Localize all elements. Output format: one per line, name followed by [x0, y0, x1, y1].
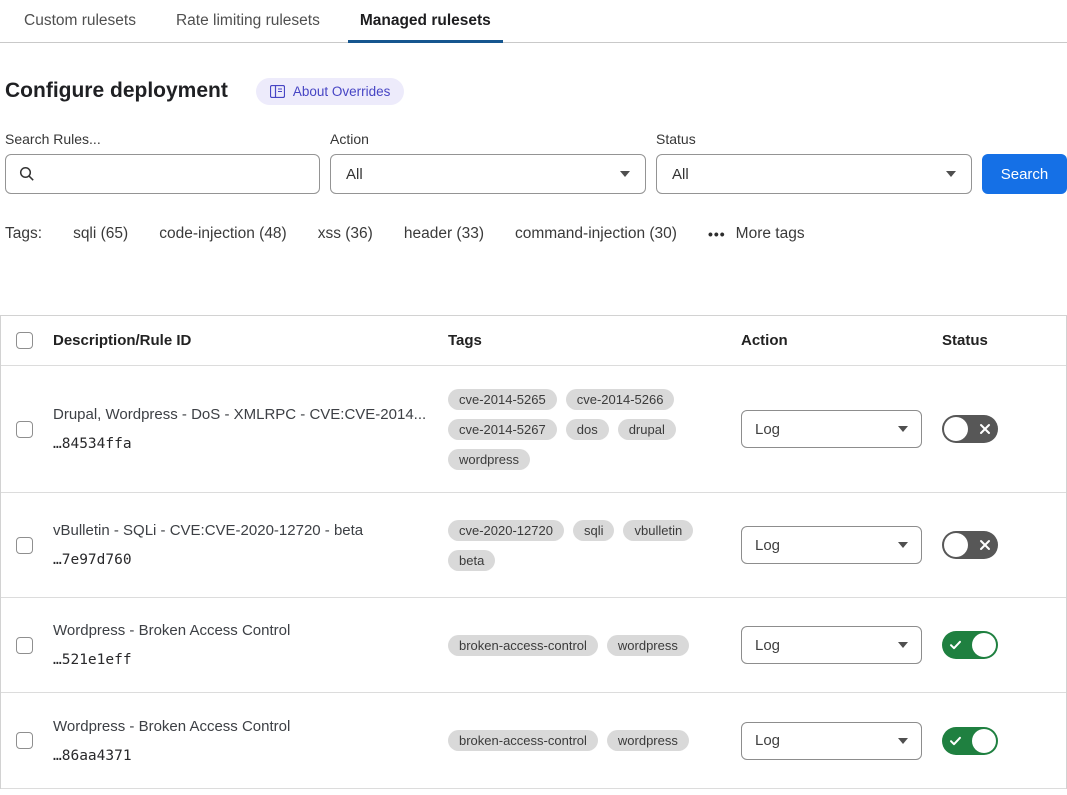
rule-action-select[interactable]: Log	[741, 526, 922, 564]
status-select-value: All	[672, 166, 689, 183]
rule-tag[interactable]: broken-access-control	[448, 730, 598, 751]
tags-bar-label: Tags:	[5, 225, 42, 243]
toggle-knob	[972, 633, 996, 657]
rule-status-toggle[interactable]	[942, 531, 998, 559]
action-label: Action	[330, 131, 646, 147]
rule-tag[interactable]: sqli	[573, 520, 615, 541]
tag-filter-command-injection[interactable]: command-injection (30)	[515, 225, 677, 243]
search-button[interactable]: Search	[982, 154, 1067, 194]
search-input-box	[5, 154, 320, 194]
table-row: Wordpress - Broken Access Control …521e1…	[1, 598, 1066, 693]
ruleset-tabs: Custom rulesets Rate limiting rulesets M…	[0, 0, 1067, 43]
rule-tag[interactable]: wordpress	[448, 449, 530, 470]
toggle-knob	[944, 533, 968, 557]
tag-filter-xss[interactable]: xss (36)	[318, 225, 373, 243]
rule-tag[interactable]: drupal	[618, 419, 676, 440]
rule-action-value: Log	[755, 637, 780, 654]
search-label: Search Rules...	[5, 131, 320, 147]
rule-description: Wordpress - Broken Access Control	[53, 718, 428, 735]
select-all-checkbox[interactable]	[16, 332, 33, 349]
chevron-down-icon	[898, 738, 908, 744]
rule-action-select[interactable]: Log	[741, 410, 922, 448]
rule-action-value: Log	[755, 421, 780, 438]
toggle-knob	[944, 417, 968, 441]
tab-managed-rulesets[interactable]: Managed rulesets	[348, 0, 503, 43]
action-select[interactable]: All	[330, 154, 646, 194]
rule-action-select[interactable]: Log	[741, 722, 922, 760]
rule-action-value: Log	[755, 732, 780, 749]
x-icon	[979, 539, 991, 551]
page-title: Configure deployment	[5, 79, 228, 103]
rule-description: Drupal, Wordpress - DoS - XMLRPC - CVE:C…	[53, 406, 428, 423]
column-header-description: Description/Rule ID	[53, 332, 448, 349]
search-input[interactable]	[44, 166, 309, 183]
tab-rate-limiting-rulesets[interactable]: Rate limiting rulesets	[164, 0, 332, 43]
rule-status-toggle[interactable]	[942, 727, 998, 755]
tab-custom-rulesets[interactable]: Custom rulesets	[12, 0, 148, 43]
check-icon	[949, 735, 962, 747]
row-checkbox[interactable]	[16, 537, 33, 554]
tag-filter-header[interactable]: header (33)	[404, 225, 484, 243]
rules-table: Description/Rule ID Tags Action Status D…	[0, 315, 1067, 789]
more-tags-label: More tags	[736, 225, 805, 243]
rule-id: …84534ffa	[53, 436, 428, 452]
chevron-down-icon	[898, 426, 908, 432]
tag-filter-sqli[interactable]: sqli (65)	[73, 225, 128, 243]
rule-description: vBulletin - SQLi - CVE:CVE-2020-12720 - …	[53, 522, 428, 539]
tag-filter-code-injection[interactable]: code-injection (48)	[159, 225, 287, 243]
column-header-tags: Tags	[448, 332, 741, 349]
rule-action-value: Log	[755, 537, 780, 554]
more-tags-button[interactable]: ••• More tags	[708, 225, 805, 243]
rule-status-toggle[interactable]	[942, 631, 998, 659]
rule-description: Wordpress - Broken Access Control	[53, 622, 428, 639]
row-checkbox[interactable]	[16, 421, 33, 438]
about-overrides-link[interactable]: About Overrides	[256, 78, 405, 105]
status-select[interactable]: All	[656, 154, 972, 194]
chevron-down-icon	[946, 171, 956, 177]
table-header-row: Description/Rule ID Tags Action Status	[1, 316, 1066, 366]
rule-tag[interactable]: dos	[566, 419, 609, 440]
rule-id: …7e97d760	[53, 552, 428, 568]
toggle-knob	[972, 729, 996, 753]
rule-tag[interactable]: broken-access-control	[448, 635, 598, 656]
rule-id: …86aa4371	[53, 748, 428, 764]
rule-tag[interactable]: cve-2020-12720	[448, 520, 564, 541]
status-label: Status	[656, 131, 972, 147]
status-field: Status All	[656, 131, 972, 194]
check-icon	[949, 639, 962, 651]
action-select-value: All	[346, 166, 363, 183]
page-header: Configure deployment About Overrides	[5, 77, 1067, 105]
rule-status-toggle[interactable]	[942, 415, 998, 443]
table-row: Wordpress - Broken Access Control …86aa4…	[1, 693, 1066, 789]
rule-tag[interactable]: wordpress	[607, 635, 689, 656]
rule-tag[interactable]: cve-2014-5266	[566, 389, 675, 410]
rule-tag[interactable]: beta	[448, 550, 495, 571]
rule-tag[interactable]: cve-2014-5265	[448, 389, 557, 410]
tags-bar: Tags: sqli (65) code-injection (48) xss …	[5, 225, 1067, 243]
row-checkbox[interactable]	[16, 637, 33, 654]
row-checkbox[interactable]	[16, 732, 33, 749]
ellipsis-icon: •••	[708, 226, 726, 242]
chevron-down-icon	[620, 171, 630, 177]
x-icon	[979, 423, 991, 435]
action-field: Action All	[330, 131, 646, 194]
rule-tag[interactable]: vbulletin	[623, 520, 693, 541]
column-header-status: Status	[942, 332, 1066, 349]
table-row: vBulletin - SQLi - CVE:CVE-2020-12720 - …	[1, 493, 1066, 598]
rule-tag[interactable]: cve-2014-5267	[448, 419, 557, 440]
chevron-down-icon	[898, 642, 908, 648]
column-header-action: Action	[741, 332, 942, 349]
chevron-down-icon	[898, 542, 908, 548]
filter-bar: Search Rules... Action All Status All Se…	[5, 131, 1067, 194]
book-icon	[270, 85, 285, 98]
search-icon	[19, 166, 35, 182]
search-field: Search Rules...	[5, 131, 320, 194]
about-overrides-label: About Overrides	[293, 84, 391, 99]
rule-id: …521e1eff	[53, 652, 428, 668]
rule-action-select[interactable]: Log	[741, 626, 922, 664]
rule-tag[interactable]: wordpress	[607, 730, 689, 751]
table-row: Drupal, Wordpress - DoS - XMLRPC - CVE:C…	[1, 366, 1066, 493]
